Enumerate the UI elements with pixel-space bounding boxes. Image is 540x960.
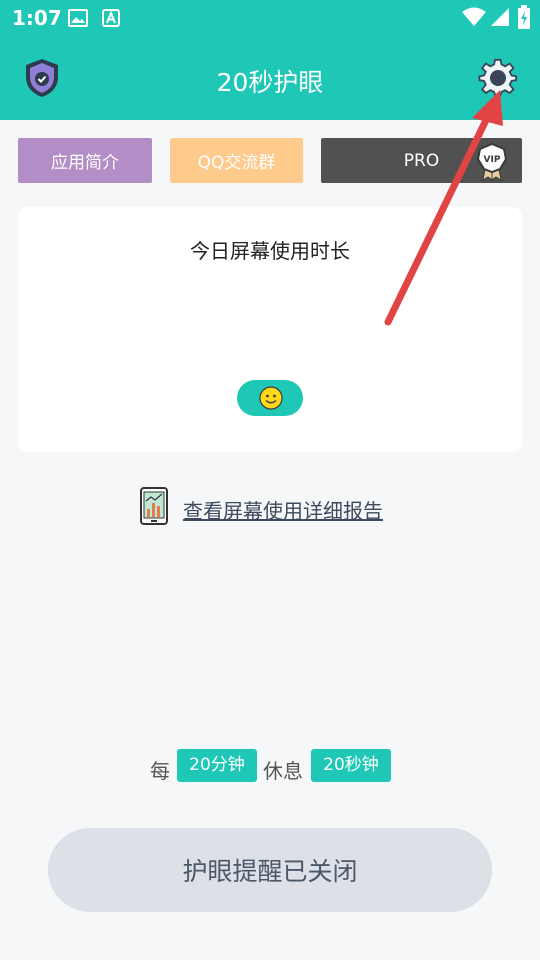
gallery-notification-icon xyxy=(68,9,88,27)
gear-icon[interactable] xyxy=(478,58,518,98)
screen-time-card: 今日屏幕使用时长 xyxy=(18,207,522,452)
schedule-rest-label: 休息 xyxy=(263,759,303,783)
vip-badge-icon: VIP xyxy=(476,143,508,181)
page-title: 20秒护眼 xyxy=(216,68,324,97)
qq-group-button[interactable]: QQ交流群 xyxy=(170,138,303,183)
battery-icon xyxy=(518,5,530,29)
phone-chart-icon xyxy=(140,487,168,525)
status-time: 1:07 xyxy=(12,6,62,30)
status-bar: 1:07 xyxy=(0,0,540,36)
eye-care-toggle-button[interactable]: 护眼提醒已关闭 xyxy=(48,828,492,912)
interval-pill[interactable]: 20分钟 xyxy=(177,749,257,782)
duration-pill[interactable]: 20秒钟 xyxy=(311,749,391,782)
smiley-pill[interactable] xyxy=(237,380,303,416)
app-bar: 20秒护眼 xyxy=(0,36,540,120)
signal-icon xyxy=(491,8,509,26)
smiley-icon xyxy=(259,386,283,410)
vip-badge-label: VIP xyxy=(484,155,501,165)
wifi-icon xyxy=(462,7,486,26)
report-link[interactable]: 查看屏幕使用详细报告 xyxy=(183,495,383,524)
card-title: 今日屏幕使用时长 xyxy=(190,239,350,263)
font-notification-icon xyxy=(102,9,120,27)
app-intro-button[interactable]: 应用简介 xyxy=(18,138,152,183)
schedule-row: 每 20分钟 休息 20秒钟 xyxy=(0,749,540,783)
schedule-every-label: 每 xyxy=(150,759,170,783)
